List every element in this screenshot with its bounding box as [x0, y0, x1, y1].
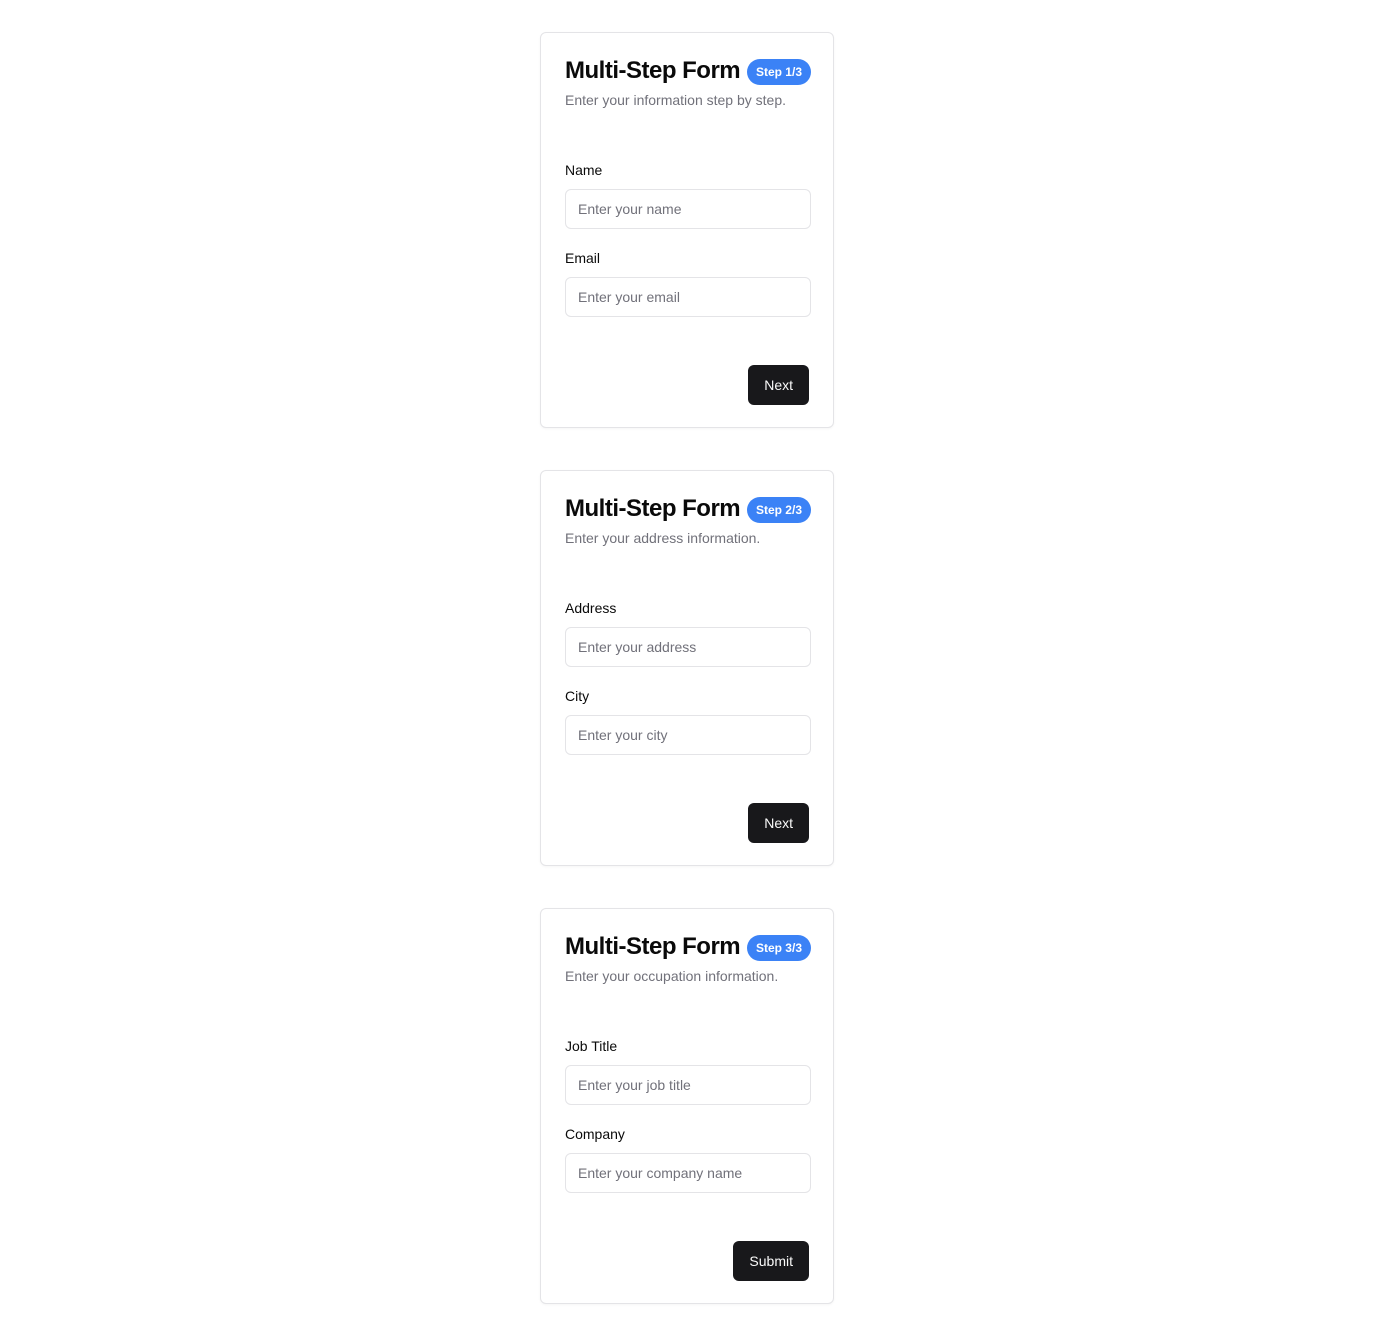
job-title-label: Job Title: [565, 1038, 618, 1054]
next-button[interactable]: Next: [748, 365, 809, 405]
company-label: Company: [565, 1126, 625, 1142]
step-badge: Step 1/3: [746, 59, 811, 85]
next-button[interactable]: Next: [748, 803, 809, 843]
card-header: Multi-Step Form Step 3/3: [565, 931, 811, 965]
name-input[interactable]: [565, 189, 811, 229]
form-title: Multi-Step Form: [565, 57, 741, 84]
email-label: Email: [565, 250, 601, 266]
page: Multi-Step Form Step 1/3 Enter your info…: [0, 0, 1376, 1338]
submit-button[interactable]: Submit: [733, 1241, 809, 1281]
step-badge: Step 2/3: [746, 497, 811, 523]
address-input[interactable]: [565, 627, 811, 667]
step-badge: Step 3/3: [746, 935, 811, 961]
address-label: Address: [565, 600, 617, 616]
name-label: Name: [565, 162, 603, 178]
form-card-step-1: Multi-Step Form Step 1/3 Enter your info…: [540, 32, 834, 428]
job-title-input[interactable]: [565, 1065, 811, 1105]
city-label: City: [565, 688, 590, 704]
card-header: Multi-Step Form Step 1/3: [565, 55, 811, 89]
city-input[interactable]: [565, 715, 811, 755]
form-description: Enter your occupation information.: [565, 968, 779, 984]
form-description: Enter your address information.: [565, 530, 761, 546]
form-title: Multi-Step Form: [565, 495, 741, 522]
card-header: Multi-Step Form Step 2/3: [565, 493, 811, 527]
form-title: Multi-Step Form: [565, 933, 741, 960]
company-input[interactable]: [565, 1153, 811, 1193]
email-input[interactable]: [565, 277, 811, 317]
form-card-step-2: Multi-Step Form Step 2/3 Enter your addr…: [540, 470, 834, 866]
form-description: Enter your information step by step.: [565, 92, 786, 108]
form-card-step-3: Multi-Step Form Step 3/3 Enter your occu…: [540, 908, 834, 1304]
